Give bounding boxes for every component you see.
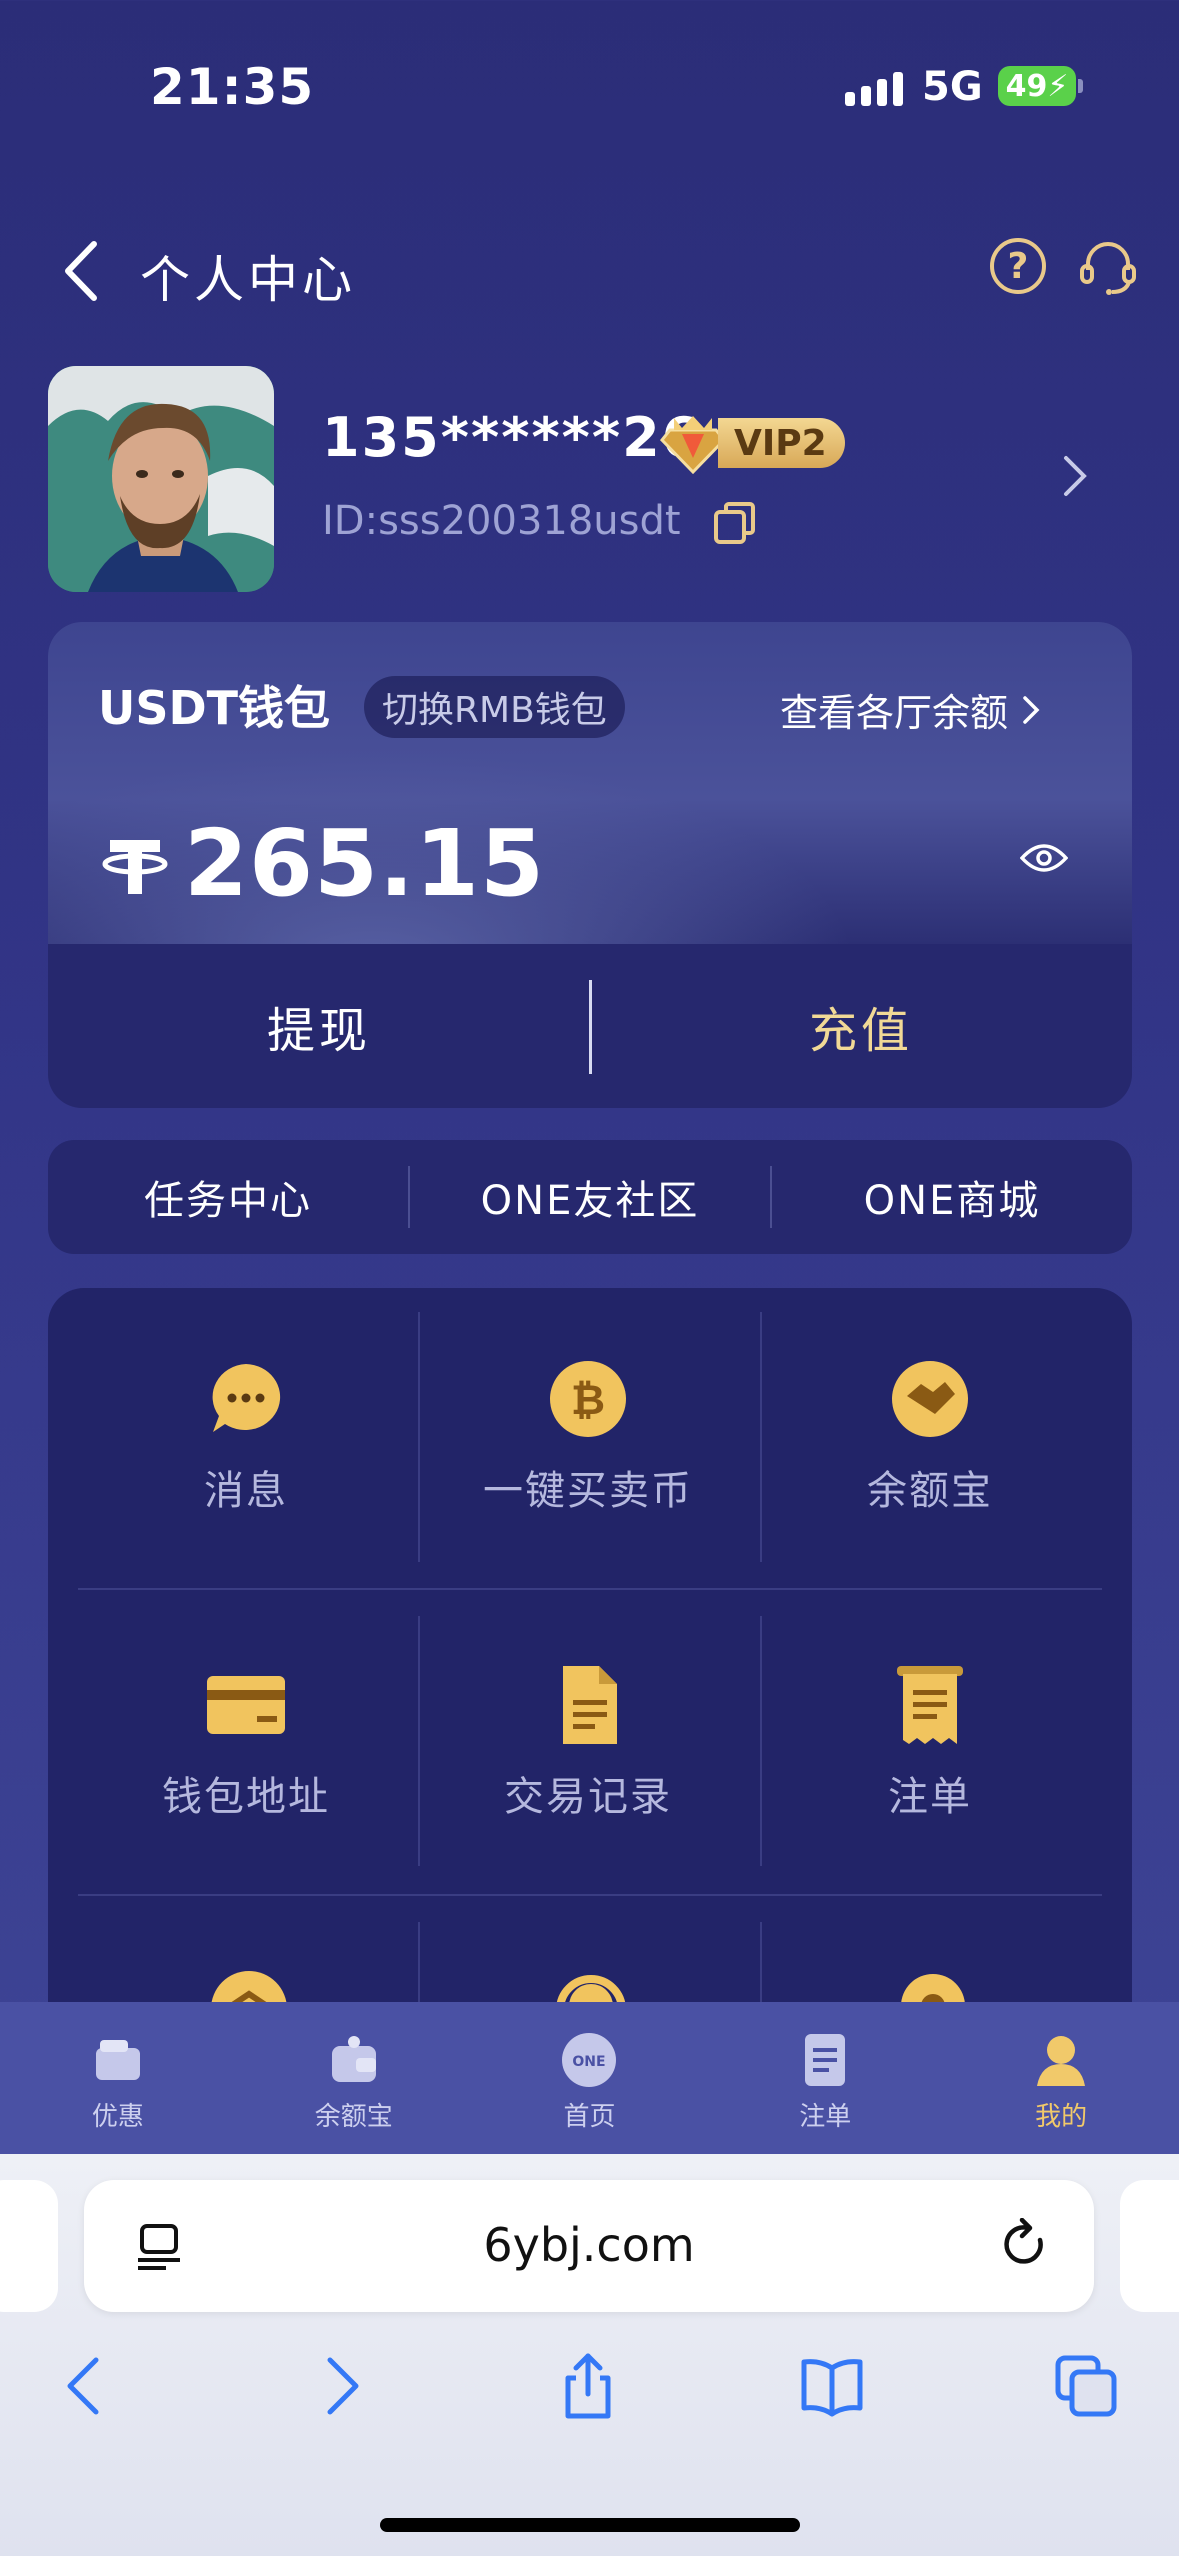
- grid-item-bets[interactable]: 注单: [760, 1594, 1100, 1894]
- balance-bag-icon: [331, 2036, 376, 2082]
- grid-item-label: 一键买卖币: [483, 1468, 693, 1514]
- task-center-link[interactable]: 任务中心: [48, 1168, 408, 1226]
- forward-icon[interactable]: [308, 2352, 372, 2420]
- document-icon: [563, 1666, 617, 1744]
- grid-item-balance-treasure[interactable]: 余额宝: [760, 1288, 1100, 1588]
- username: 135******26: [322, 406, 702, 469]
- status-time: 21:35: [150, 58, 315, 116]
- tab-label: 注单: [799, 2102, 852, 2132]
- feature-grid: 消息 ₿ 一键买卖币 余额宝 钱包地址 交易记录 注单: [48, 1288, 1132, 2048]
- tabs-icon[interactable]: [1054, 2352, 1118, 2420]
- handshake-icon: [892, 1361, 968, 1437]
- signal-icon: [845, 70, 903, 106]
- tab-bets[interactable]: 注单: [707, 2002, 943, 2154]
- bet-slip-icon: [805, 2034, 846, 2086]
- quick-links: 任务中心 ONE友社区 ONE商城: [48, 1140, 1132, 1254]
- grid-item-label: 余额宝: [867, 1468, 993, 1514]
- home-indicator: [380, 2518, 800, 2532]
- bottom-tab-bar: 优惠 余额宝 ONE 首页 注单 我的: [0, 2002, 1179, 2154]
- grid-item-transactions[interactable]: 交易记录: [418, 1594, 758, 1894]
- chevron-right-icon: [1023, 695, 1040, 724]
- mall-link[interactable]: ONE商城: [772, 1168, 1132, 1226]
- promo-wallet-icon: [95, 2040, 140, 2080]
- copy-icon[interactable]: [712, 500, 758, 546]
- battery-icon: 49 ⚡: [998, 66, 1076, 106]
- divider: [78, 1588, 1102, 1590]
- withdraw-button[interactable]: 提现: [48, 944, 590, 1108]
- profile-icon: [1037, 2036, 1086, 2086]
- battery-cap: [1078, 79, 1083, 93]
- help-icon[interactable]: ?: [990, 238, 1046, 294]
- tab-label: 优惠: [91, 2102, 144, 2132]
- grid-item-buy-sell[interactable]: ₿ 一键买卖币: [418, 1288, 758, 1588]
- card-icon: [207, 1676, 285, 1734]
- bookmarks-icon[interactable]: [800, 2352, 864, 2420]
- tab-home[interactable]: ONE 首页: [472, 2002, 708, 2154]
- divider: [78, 1894, 1102, 1896]
- grid-item-messages[interactable]: 消息: [76, 1288, 416, 1588]
- svg-text:₿: ₿: [571, 1375, 605, 1424]
- svg-text:ONE: ONE: [573, 2054, 606, 2070]
- reload-icon[interactable]: [1000, 2218, 1050, 2272]
- tab-label: 我的: [1035, 2102, 1088, 2132]
- tab-mine[interactable]: 我的: [943, 2002, 1179, 2154]
- back-icon[interactable]: [58, 238, 108, 304]
- page-title: 个人中心: [140, 251, 356, 309]
- crown-gem-icon: [660, 416, 726, 474]
- back-icon[interactable]: [54, 2352, 118, 2420]
- avatar[interactable]: [48, 366, 274, 592]
- bitcoin-icon: ₿: [550, 1361, 626, 1437]
- community-link[interactable]: ONE友社区: [410, 1168, 770, 1226]
- vip-label: VIP2: [718, 418, 845, 468]
- receipt-icon: [897, 1666, 963, 1744]
- url-text: 6ybj.com: [483, 2218, 695, 2272]
- grid-item-label: 消息: [204, 1468, 288, 1514]
- recharge-button[interactable]: 充值: [590, 944, 1132, 1108]
- view-all-label: 查看各厅余额: [780, 691, 1009, 735]
- customer-service-icon[interactable]: [1078, 236, 1138, 296]
- vip-badge: VIP2: [660, 412, 845, 474]
- grid-item-wallet-address[interactable]: 钱包地址: [76, 1594, 416, 1894]
- view-all-balances-link[interactable]: 查看各厅余额: [780, 682, 1040, 737]
- previous-tab-preview[interactable]: [0, 2180, 58, 2312]
- share-icon[interactable]: [556, 2352, 620, 2420]
- next-tab-preview[interactable]: [1120, 2180, 1179, 2312]
- network-label: 5G: [922, 64, 983, 110]
- wallet-title: USDT钱包: [98, 681, 331, 735]
- switch-wallet-button[interactable]: 切换RMB钱包: [364, 676, 625, 738]
- chevron-right-icon[interactable]: [1060, 454, 1090, 498]
- grid-item-label: 钱包地址: [162, 1774, 330, 1820]
- eye-icon[interactable]: [1020, 840, 1068, 876]
- user-id: ID:sss200318usdt: [322, 498, 681, 544]
- tab-label: 首页: [563, 2102, 616, 2132]
- tether-icon: [102, 840, 168, 894]
- tab-label: 余额宝: [314, 2102, 393, 2132]
- tab-promotions[interactable]: 优惠: [0, 2002, 236, 2154]
- grid-item-label: 注单: [888, 1774, 972, 1820]
- message-icon: [212, 1364, 281, 1432]
- tab-balance-treasure[interactable]: 余额宝: [236, 2002, 472, 2154]
- battery-level: 49: [1005, 68, 1048, 104]
- grid-item-label: 交易记录: [504, 1774, 672, 1820]
- home-logo-icon: ONE: [562, 2033, 617, 2087]
- wallet-card: USDT钱包 切换RMB钱包 查看各厅余额 265.15 提现 充值: [48, 622, 1132, 1108]
- wallet-balance: 265.15: [184, 810, 546, 917]
